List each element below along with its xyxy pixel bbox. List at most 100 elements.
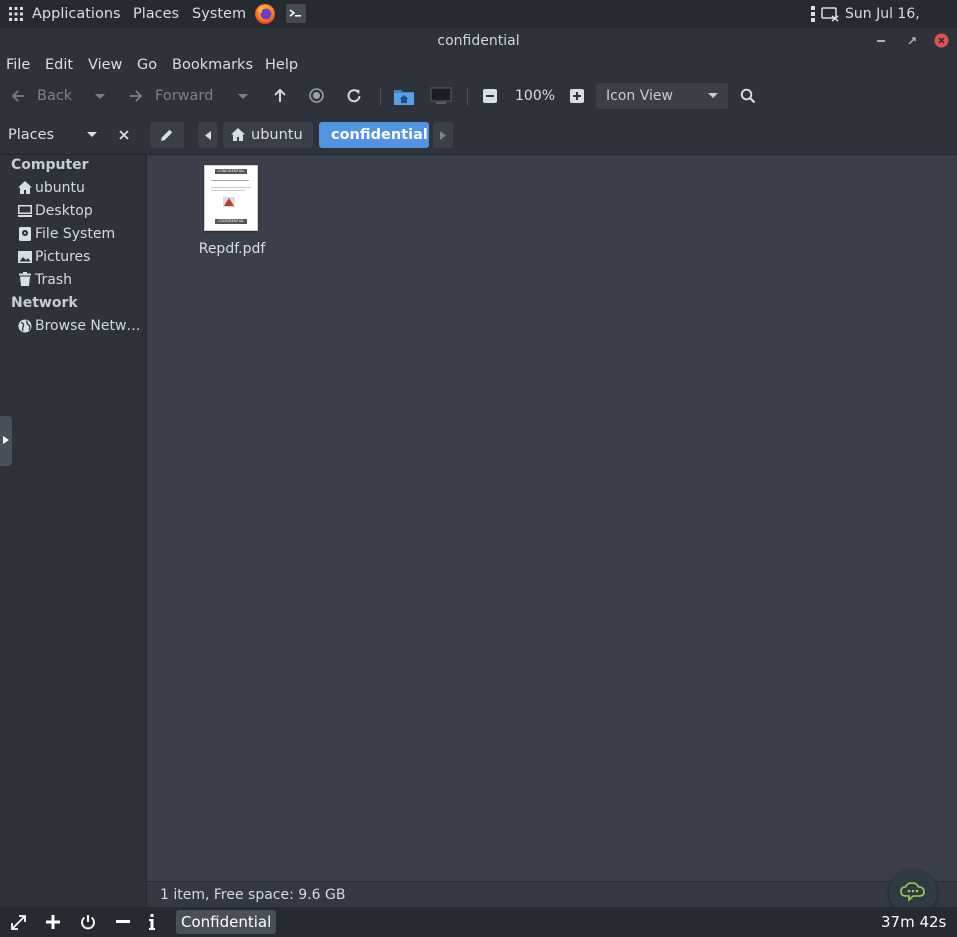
status-bar: 1 item, Free space: 9.6 GB [147, 881, 957, 908]
computer-icon[interactable] [430, 87, 452, 105]
chevron-down-icon[interactable] [87, 132, 97, 138]
power-icon[interactable] [80, 914, 96, 930]
sidebar-item-pictures[interactable]: Pictures [17, 246, 90, 268]
close-sidebar-icon[interactable] [119, 130, 129, 140]
minus-icon[interactable] [116, 920, 130, 924]
arrow-left-icon [11, 89, 25, 103]
top-panel: Applications Places System Sun Jul 16, 0… [0, 0, 957, 50]
menu-bar: File Edit View Go Bookmarks Help [0, 54, 957, 78]
forward-label: Forward [155, 88, 214, 104]
breadcrumb-label: ubuntu [251, 127, 303, 143]
sidebar-item-label: Desktop [35, 203, 93, 219]
image-icon [18, 251, 32, 263]
clock[interactable]: Sun Jul 16, 07:33 [845, 0, 957, 50]
applications-menu[interactable]: Applications [32, 0, 121, 28]
view-mode-select[interactable]: Icon View [596, 83, 728, 109]
menu-bookmarks[interactable]: Bookmarks [172, 54, 253, 76]
sidebar-item-label: File System [35, 226, 116, 242]
file-view[interactable]: CONFIDENTIAL CONFIDENTIAL Repdf.pdf [147, 155, 957, 881]
trash-icon [19, 272, 31, 286]
fullscreen-icon[interactable] [11, 915, 26, 930]
sidebar-header: Places [0, 116, 146, 155]
session-timer: 37m 42s [881, 913, 947, 931]
sidebar-heading-network: Network [11, 295, 78, 311]
desktop-icon [18, 205, 32, 217]
thumb-banner: CONFIDENTIAL [215, 219, 247, 224]
reload-icon[interactable] [346, 88, 362, 104]
globe-icon [18, 319, 32, 333]
side-drawer-handle[interactable] [0, 416, 12, 466]
title-bar[interactable]: confidential [0, 28, 957, 54]
back-label: Back [37, 88, 73, 104]
panel-handle-icon[interactable] [811, 6, 815, 22]
sidebar-heading-computer: Computer [11, 157, 89, 173]
places-menu[interactable]: Places [133, 0, 179, 28]
sidebar-item-desktop[interactable]: Desktop [17, 200, 93, 222]
breadcrumb-ubuntu[interactable]: ubuntu [223, 122, 313, 148]
home-icon [18, 181, 32, 194]
toolbar-separator [467, 88, 468, 106]
places-sidebar: Places Computer ubuntu Desktop File Syst… [0, 116, 147, 907]
stop-icon[interactable] [309, 88, 324, 103]
chevron-down-icon[interactable] [95, 94, 105, 100]
task-confidential[interactable]: Confidential [176, 910, 277, 934]
plus-icon[interactable] [46, 915, 60, 929]
sidebar-item-label: Pictures [35, 249, 91, 265]
thumb-line [211, 187, 251, 188]
back-button[interactable]: Back [6, 82, 118, 110]
thumb-line [211, 190, 245, 191]
sidebar-item-trash[interactable]: Trash [17, 269, 72, 291]
breadcrumb-confidential[interactable]: confidential [319, 122, 429, 148]
toolbar: Back Forward 100% Icon View [0, 78, 957, 116]
thumb-banner-top: CONFIDENTIAL [217, 169, 245, 173]
menu-help[interactable]: Help [265, 54, 298, 76]
play-icon [3, 436, 9, 444]
status-text: 1 item, Free space: 9.6 GB [160, 887, 346, 903]
location-bar: ubuntu confidential [146, 116, 957, 155]
forward-button[interactable]: Forward [124, 82, 252, 110]
screen-record-icon[interactable] [821, 7, 839, 22]
minimize-icon[interactable] [877, 39, 886, 43]
path-scroll-right-button[interactable] [433, 122, 453, 148]
edit-location-button[interactable] [150, 122, 184, 148]
sidebar-item-browse-network[interactable]: Browse Netw… [17, 315, 140, 337]
zoom-level: 100% [515, 88, 556, 104]
sidebar-item-label: Browse Netw… [35, 318, 141, 334]
pencil-icon [160, 128, 174, 142]
home-folder-icon[interactable] [394, 87, 414, 105]
system-menu[interactable]: System [192, 0, 246, 28]
drive-icon [19, 227, 31, 241]
terminal-icon[interactable] [286, 4, 306, 23]
firefox-icon[interactable] [254, 3, 276, 25]
arrow-right-icon [129, 89, 143, 103]
file-name: Repdf.pdf [198, 241, 266, 257]
menu-file[interactable]: File [6, 54, 30, 76]
window-title: confidential [437, 33, 520, 49]
arrow-up-icon[interactable] [273, 88, 287, 103]
chevron-down-icon[interactable] [238, 94, 248, 100]
sidebar-item-ubuntu[interactable]: ubuntu [17, 177, 85, 199]
pdf-thumbnail-icon: CONFIDENTIAL CONFIDENTIAL [204, 165, 258, 231]
thumb-banner-bottom: CONFIDENTIAL [218, 219, 244, 223]
breadcrumb-label: confidential [331, 127, 428, 143]
menu-go[interactable]: Go [137, 54, 157, 76]
menu-view[interactable]: View [88, 54, 122, 76]
path-scroll-left-button[interactable] [198, 122, 218, 148]
toolbar-separator [380, 88, 381, 106]
maximize-icon[interactable] [906, 35, 918, 47]
sidebar-item-file-system[interactable]: File System [17, 223, 115, 245]
sidebar-item-label: ubuntu [35, 180, 85, 196]
zoom-in-icon[interactable] [570, 89, 584, 103]
search-icon[interactable] [740, 88, 756, 104]
zoom-out-icon[interactable] [483, 89, 497, 103]
info-icon[interactable] [149, 914, 155, 930]
file-item[interactable]: CONFIDENTIAL CONFIDENTIAL Repdf.pdf [185, 163, 279, 257]
thumb-image [223, 197, 235, 207]
sidebar-item-label: Trash [35, 272, 72, 288]
menu-edit[interactable]: Edit [45, 54, 73, 76]
app-grid-icon[interactable] [9, 7, 23, 21]
close-icon[interactable] [934, 33, 949, 48]
home-icon [231, 128, 245, 141]
bottom-panel: Confidential 37m 42s [0, 907, 957, 937]
chat-icon [900, 882, 926, 904]
